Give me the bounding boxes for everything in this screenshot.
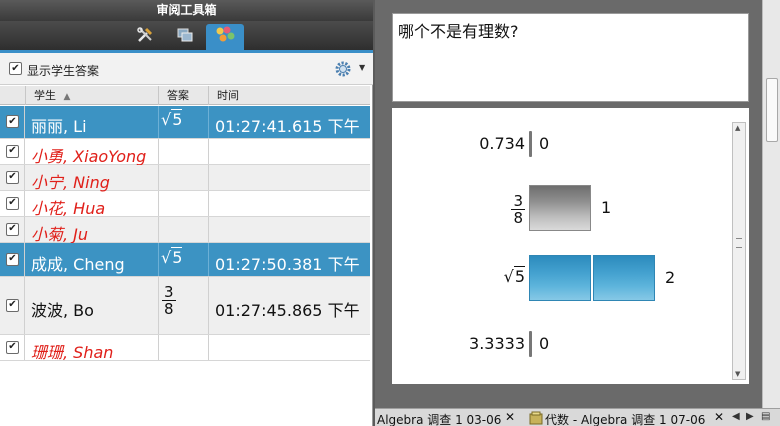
- answer-time: 01:27:45.865 下午: [215, 301, 360, 320]
- settings-dropdown-arrow-icon[interactable]: ▼: [359, 63, 365, 72]
- bar-count-label: 1: [601, 198, 612, 217]
- document-icon: [529, 411, 543, 426]
- page-scrollbar[interactable]: [762, 0, 780, 408]
- screens-icon: [176, 26, 194, 48]
- category-label: √5: [503, 266, 525, 286]
- answer-value: √5: [161, 247, 183, 267]
- question-text: 哪个不是有理数?: [398, 22, 519, 41]
- student-name: 小勇, XiaoYong: [31, 147, 147, 166]
- tab-screens[interactable]: [166, 24, 204, 50]
- panel-tab-strip: [0, 21, 373, 50]
- row-checkbox[interactable]: ✔: [6, 170, 19, 184]
- table-row[interactable]: ✔ 小宁, Ning: [0, 165, 370, 192]
- answer-value: 38: [162, 283, 176, 318]
- gear-icon[interactable]: [334, 60, 352, 82]
- table-row[interactable]: ✔ 丽丽, Li √5 01:27:41.615 下午: [0, 106, 370, 139]
- answer-time: 01:27:50.381 下午: [215, 255, 360, 274]
- document-view: 哪个不是有理数? 0.734 0 3 8 1 √5 2 3.3333 0 ▲ ▼: [375, 0, 780, 426]
- chart-scrollbar[interactable]: ▲ ▼: [732, 122, 746, 380]
- results-chart: 0.734 0 3 8 1 √5 2 3.3333 0 ▲ ▼: [392, 108, 749, 384]
- document-tabs: Algebra 调查 1 03-06 ✕ 代数 - Algebra 调查 1 0…: [375, 408, 780, 426]
- show-answers-checkbox[interactable]: ✔: [9, 62, 22, 75]
- table-row[interactable]: ✔ 珊珊, Shan: [0, 335, 370, 362]
- scroll-thumb[interactable]: [736, 238, 742, 248]
- row-checkbox[interactable]: ✔: [6, 196, 19, 210]
- show-answers-label: 显示学生答案: [27, 64, 100, 78]
- zero-bar: [529, 131, 532, 157]
- next-tab-icon[interactable]: ▶: [746, 411, 754, 422]
- bar[interactable]: [593, 255, 655, 301]
- tab-tools[interactable]: [126, 24, 164, 50]
- category-label: 38: [511, 192, 525, 227]
- previous-tab-icon[interactable]: ◀: [732, 411, 740, 422]
- column-header-student[interactable]: 学生 ▲: [25, 86, 158, 105]
- table-row[interactable]: ✔ 小花, Hua: [0, 191, 370, 218]
- sort-ascending-icon: ▲: [63, 92, 71, 102]
- category-label: 0.734: [479, 134, 525, 153]
- column-header-time[interactable]: 时间: [208, 86, 370, 105]
- zero-bar: [529, 331, 532, 357]
- row-checkbox[interactable]: ✔: [6, 222, 19, 236]
- student-name: 成成, Cheng: [31, 255, 125, 274]
- panel-title: 审阅工具箱: [0, 0, 373, 21]
- bar[interactable]: [529, 185, 591, 231]
- close-icon[interactable]: ✕: [714, 410, 724, 424]
- close-icon[interactable]: ✕: [505, 410, 515, 424]
- question-box: 哪个不是有理数?: [392, 13, 749, 102]
- table-row[interactable]: ✔ 小菊, Ju: [0, 217, 370, 244]
- student-name: 珊珊, Shan: [31, 343, 114, 362]
- row-checkbox[interactable]: ✔: [6, 144, 19, 158]
- row-checkbox[interactable]: ✔: [6, 252, 19, 266]
- scroll-up-icon[interactable]: ▲: [735, 124, 740, 132]
- row-checkbox[interactable]: ✔: [6, 340, 19, 354]
- bar-count-label: 2: [665, 268, 676, 287]
- table-row[interactable]: ✔ 波波, Bo 38 01:27:45.865 下午: [0, 277, 370, 335]
- bar-count-label: 0: [539, 134, 550, 153]
- row-checkbox[interactable]: ✔: [6, 298, 19, 312]
- page-scroll-thumb[interactable]: [766, 78, 778, 142]
- answer-time: 01:27:41.615 下午: [215, 117, 360, 136]
- tab-list-icon[interactable]: ▤: [761, 411, 770, 422]
- table-row[interactable]: ✔ 成成, Cheng √5 01:27:50.381 下午: [0, 243, 370, 277]
- bar-count-label: 0: [539, 334, 550, 353]
- doc-tab-algebra-0706[interactable]: 代数 - Algebra 调查 1 07-06: [545, 411, 705, 426]
- scroll-down-icon[interactable]: ▼: [735, 370, 740, 378]
- bar[interactable]: [529, 255, 591, 301]
- column-header-answer[interactable]: 答案: [158, 86, 208, 105]
- tab-class[interactable]: [206, 24, 244, 50]
- table-row[interactable]: ✔ 小勇, XiaoYong: [0, 139, 370, 166]
- category-label: 3.3333: [469, 334, 525, 353]
- student-name: 波波, Bo: [31, 301, 94, 320]
- tools-icon: [136, 26, 154, 48]
- student-table-header: 学生 ▲ 答案 时间: [0, 86, 370, 105]
- review-workspace-panel: 审阅工具箱 ✔ 显示学生答案 ▼ 学生 ▲ 答案 时间 ✔ 丽丽, Li √5 …: [0, 0, 373, 426]
- student-name: 小花, Hua: [31, 199, 106, 218]
- student-name: 丽丽, Li: [31, 117, 87, 136]
- class-icon: [214, 25, 236, 49]
- answers-toolbar: ✔ 显示学生答案 ▼: [0, 53, 373, 85]
- student-name: 小菊, Ju: [31, 225, 89, 244]
- doc-tab-algebra-0306[interactable]: Algebra 调查 1 03-06: [377, 411, 501, 426]
- row-checkbox[interactable]: ✔: [6, 115, 19, 128]
- answer-value: √5: [161, 109, 183, 129]
- student-name: 小宁, Ning: [31, 173, 110, 192]
